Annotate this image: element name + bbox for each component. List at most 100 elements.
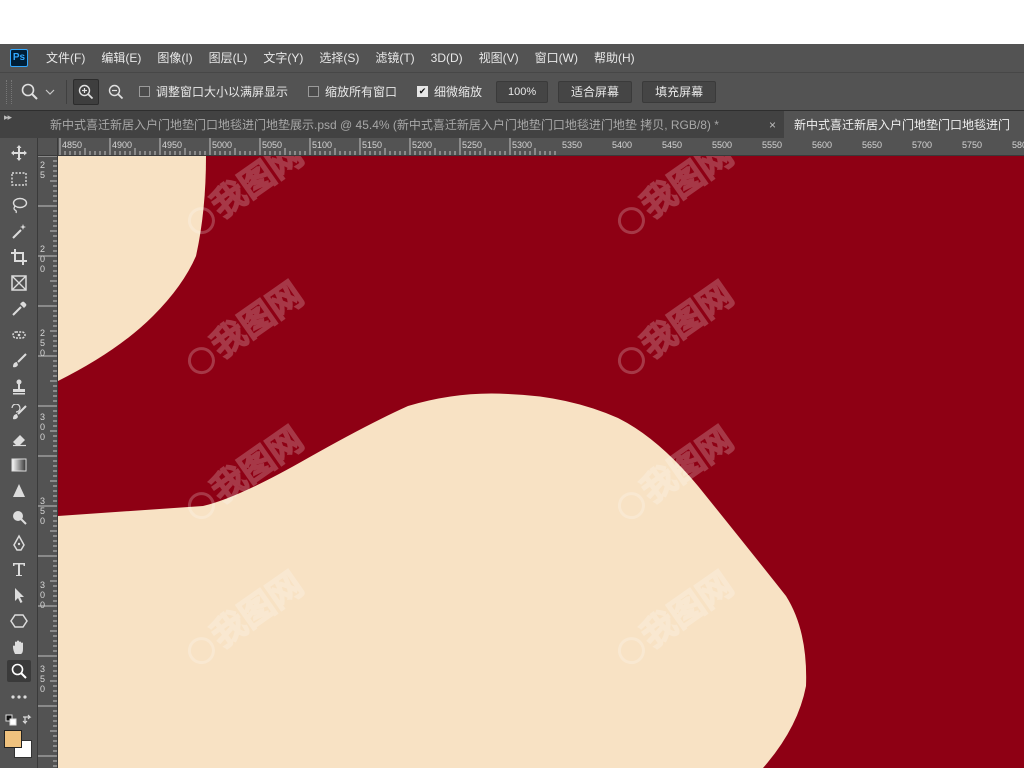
- ruler-label: 2: [40, 244, 45, 254]
- clone-stamp-tool-icon[interactable]: [7, 376, 31, 398]
- ruler-label: 5100: [312, 140, 332, 150]
- menu-file[interactable]: 文件(F): [38, 44, 93, 72]
- document-canvas[interactable]: 我图网 我图网 我图网 我图网 我图网 我图网 我图网 我图网: [58, 156, 1024, 768]
- type-tool-icon[interactable]: [7, 558, 31, 580]
- move-tool-icon[interactable]: [7, 142, 31, 164]
- screen-top-margin: [0, 0, 1024, 44]
- options-separator: [66, 79, 67, 104]
- ruler-label: 5350: [562, 140, 582, 150]
- crop-tool-icon[interactable]: [7, 246, 31, 268]
- ruler-label: 0: [40, 516, 45, 526]
- more-tools-icon[interactable]: [7, 686, 31, 708]
- hand-tool-icon[interactable]: [7, 636, 31, 658]
- frame-tool-icon[interactable]: [7, 272, 31, 294]
- ruler-label: 3: [40, 580, 45, 590]
- ruler-label: 2: [40, 328, 45, 338]
- ruler-label: 5: [40, 506, 45, 516]
- foreground-color-swatch[interactable]: [4, 730, 22, 748]
- pen-tool-icon[interactable]: [7, 532, 31, 554]
- ruler-label: 3: [40, 412, 45, 422]
- ruler-label: 5450: [662, 140, 682, 150]
- shape-tool-icon[interactable]: [7, 610, 31, 632]
- resize-windows-label: 调整窗口大小以满屏显示: [156, 85, 289, 99]
- ruler-label: 3: [40, 496, 45, 506]
- ruler-label: 0: [40, 432, 45, 442]
- menu-3d[interactable]: 3D(D): [423, 44, 471, 72]
- photoshop-logo-icon[interactable]: Ps: [10, 49, 28, 67]
- ruler-label: 5: [40, 170, 45, 180]
- brush-tool-icon[interactable]: [7, 350, 31, 372]
- zoom-out-button[interactable]: [103, 79, 129, 105]
- zoom-preset-icon: [21, 83, 38, 100]
- ruler-label: 5600: [812, 140, 832, 150]
- dodge-tool-icon[interactable]: [7, 506, 31, 528]
- ruler-label: 0: [40, 590, 45, 600]
- zoom-out-icon: [108, 84, 124, 99]
- zoom-in-button[interactable]: [73, 78, 99, 105]
- chevron-down-icon: [45, 89, 55, 95]
- ruler-label: 580: [1012, 140, 1024, 150]
- menu-bar: Ps 文件(F) 编辑(E) 图像(I) 图层(L) 文字(Y) 选择(S) 滤…: [0, 44, 1024, 72]
- zoom-all-windows-checkbox[interactable]: [308, 86, 320, 97]
- zoom-in-icon: [78, 84, 94, 99]
- zoom-all-windows-option[interactable]: 缩放所有窗口: [308, 83, 397, 100]
- healing-brush-tool-icon[interactable]: [7, 324, 31, 346]
- ruler-label: 5500: [712, 140, 732, 150]
- scrubby-zoom-option[interactable]: ✔ 细微缩放: [417, 83, 482, 100]
- eyedropper-tool-icon[interactable]: [7, 298, 31, 320]
- ruler-label: 5150: [362, 140, 382, 150]
- menu-select[interactable]: 选择(S): [311, 44, 367, 72]
- options-bar-grip[interactable]: [6, 79, 12, 104]
- document-tab-2[interactable]: 新中式喜迁新居入户门地垫门口地毯进门: [784, 111, 1024, 139]
- gradient-tool-icon[interactable]: [7, 454, 31, 476]
- zoom-tool-icon[interactable]: [7, 660, 31, 682]
- ruler-label: 5300: [512, 140, 532, 150]
- ruler-label: 0: [40, 264, 45, 274]
- zoom-100-percent-button[interactable]: 100%: [496, 80, 549, 103]
- menu-help[interactable]: 帮助(H): [586, 44, 643, 72]
- menu-image[interactable]: 图像(I): [149, 44, 200, 72]
- vertical-ruler[interactable]: 25200250300350300350: [38, 156, 58, 768]
- menu-layer[interactable]: 图层(L): [201, 44, 256, 72]
- menu-filter[interactable]: 滤镜(T): [367, 44, 422, 72]
- close-tab-icon[interactable]: ×: [769, 111, 776, 139]
- swap-colors-icon[interactable]: [21, 713, 33, 725]
- ruler-label: 4950: [162, 140, 182, 150]
- magic-wand-tool-icon[interactable]: [7, 220, 31, 242]
- resize-windows-option[interactable]: 调整窗口大小以满屏显示: [139, 83, 288, 100]
- eraser-tool-icon[interactable]: [7, 428, 31, 450]
- ruler-label: 5: [40, 674, 45, 684]
- ruler-label: 5000: [212, 140, 232, 150]
- rectangular-marquee-tool-icon[interactable]: [7, 168, 31, 190]
- ruler-label: 5400: [612, 140, 632, 150]
- document-tab-1[interactable]: 新中式喜迁新居入户门地垫门口地毯进门地垫展示.psd @ 45.4% (新中式喜…: [40, 111, 784, 139]
- document-tab-title: 新中式喜迁新居入户门地垫门口地毯进门: [794, 118, 1011, 132]
- ruler-label: 3: [40, 664, 45, 674]
- menu-edit[interactable]: 编辑(E): [93, 44, 149, 72]
- tools-panel: [0, 138, 38, 768]
- ruler-label: 2: [40, 160, 45, 170]
- history-brush-tool-icon[interactable]: [7, 402, 31, 424]
- canvas-artwork: 我图网 我图网我图网 我图网我图网 我图网我图网 我图网: [58, 156, 1024, 768]
- ruler-label: 4850: [62, 140, 82, 150]
- ruler-label: 0: [40, 254, 45, 264]
- menu-type[interactable]: 文字(Y): [255, 44, 311, 72]
- fill-screen-button[interactable]: 填充屏幕: [642, 80, 717, 103]
- resize-windows-checkbox[interactable]: [139, 86, 150, 97]
- default-colors-icon[interactable]: [5, 714, 17, 726]
- document-tab-title: 新中式喜迁新居入户门地垫门口地毯进门地垫展示.psd @ 45.4% (新中式喜…: [50, 118, 719, 132]
- blur-tool-icon[interactable]: [7, 480, 31, 502]
- lasso-tool-icon[interactable]: [7, 194, 31, 216]
- panel-collapse-icon[interactable]: ▸▸: [4, 112, 12, 123]
- fit-screen-button[interactable]: 适合屏幕: [558, 80, 633, 103]
- options-bar: 调整窗口大小以满屏显示 缩放所有窗口 ✔ 细微缩放 100% 适合屏幕 填充屏幕: [0, 72, 1024, 110]
- menu-window[interactable]: 窗口(W): [527, 44, 586, 72]
- ruler-label: 5750: [962, 140, 982, 150]
- ruler-origin[interactable]: [38, 138, 58, 156]
- tool-preset-picker[interactable]: [20, 79, 60, 105]
- ruler-label: 0: [40, 422, 45, 432]
- path-selection-tool-icon[interactable]: [7, 584, 31, 606]
- scrubby-zoom-checkbox[interactable]: ✔: [417, 86, 429, 97]
- horizontal-ruler[interactable]: 4850 4900 4950 5000 5050 5100 5150 5200 5250 5300…: [58, 138, 1024, 156]
- menu-view[interactable]: 视图(V): [471, 44, 527, 72]
